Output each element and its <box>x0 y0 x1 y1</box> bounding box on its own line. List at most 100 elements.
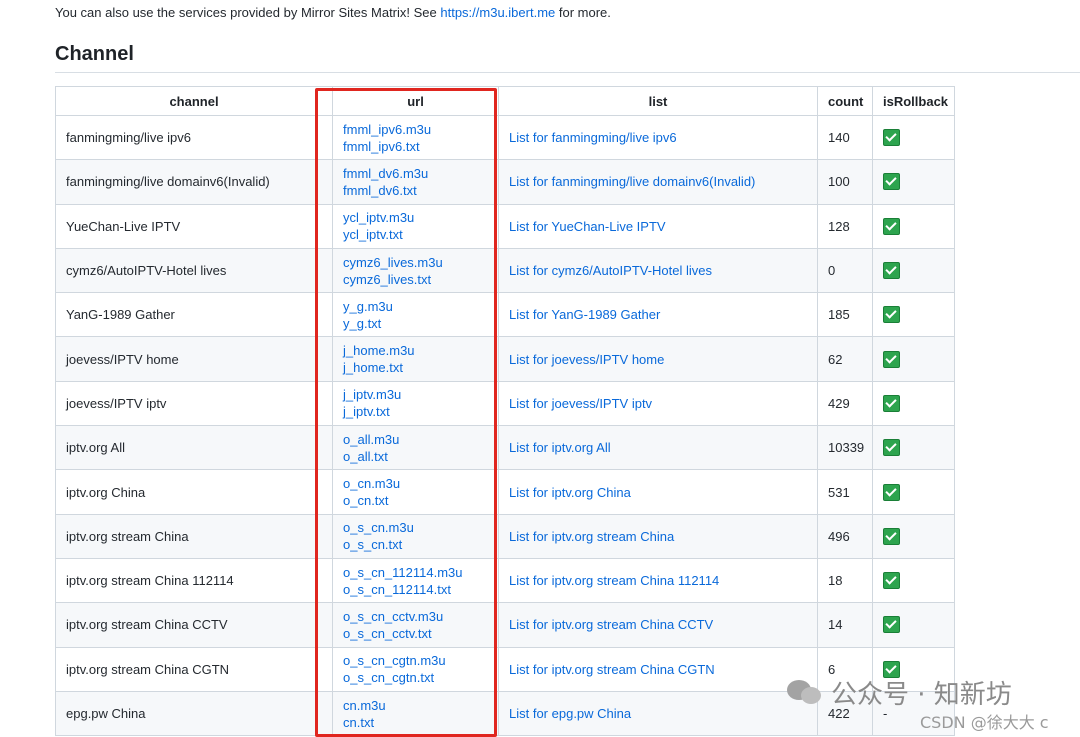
table-header-row: channel url list count isRollback <box>55 86 955 116</box>
check-mark-icon <box>883 306 900 324</box>
txt-link[interactable]: j_home.txt <box>343 359 488 376</box>
list-cell: List for iptv.org stream China CGTN <box>498 646 818 692</box>
list-cell: List for YueChan-Live IPTV <box>498 203 818 249</box>
m3u-link[interactable]: cymz6_lives.m3u <box>343 254 488 271</box>
channel-cell: iptv.org China <box>55 469 333 515</box>
list-link[interactable]: List for iptv.org stream China CCTV <box>509 617 713 632</box>
m3u-link[interactable]: cn.m3u <box>343 697 488 714</box>
channel-cell: iptv.org All <box>55 425 333 471</box>
list-link[interactable]: List for iptv.org All <box>509 440 611 455</box>
m3u-link[interactable]: o_s_cn_cgtn.m3u <box>343 652 488 669</box>
m3u-link[interactable]: y_g.m3u <box>343 298 488 315</box>
list-link[interactable]: List for joevess/IPTV iptv <box>509 396 652 411</box>
m3u-link[interactable]: o_s_cn.m3u <box>343 519 488 536</box>
list-cell: List for YanG-1989 Gather <box>498 292 818 338</box>
url-cell: o_all.m3u o_all.txt <box>332 425 499 471</box>
count-cell: 496 <box>817 513 873 559</box>
list-link[interactable]: List for iptv.org China <box>509 485 631 500</box>
rollback-cell <box>872 159 955 205</box>
heading-divider <box>55 72 1080 73</box>
list-cell: List for iptv.org All <box>498 425 818 471</box>
count-cell: 14 <box>817 602 873 648</box>
channel-cell: iptv.org stream China CGTN <box>55 646 333 692</box>
list-link[interactable]: List for fanmingming/live ipv6 <box>509 130 677 145</box>
wechat-icon <box>787 678 823 706</box>
url-cell: o_cn.m3u o_cn.txt <box>332 469 499 515</box>
url-cell: o_s_cn_cgtn.m3u o_s_cn_cgtn.txt <box>332 646 499 692</box>
txt-link[interactable]: o_s_cn_cgtn.txt <box>343 669 488 686</box>
list-link[interactable]: List for YanG-1989 Gather <box>509 307 660 322</box>
list-cell: List for epg.pw China <box>498 690 818 737</box>
count-cell: 100 <box>817 159 873 205</box>
url-cell: fmml_dv6.m3u fmml_dv6.txt <box>332 159 499 205</box>
table-row: joevess/IPTV iptv j_iptv.m3u j_iptv.txt Lis… <box>55 380 955 427</box>
channel-table: channel url list count isRollback fanmin… <box>55 86 955 737</box>
check-mark-icon <box>883 173 900 191</box>
table-body: fanmingming/live ipv6 fmml_ipv6.m3u fmml_i… <box>55 114 955 737</box>
m3u-link[interactable]: o_all.m3u <box>343 431 488 448</box>
list-link[interactable]: List for YueChan-Live IPTV <box>509 219 666 234</box>
txt-link[interactable]: ycl_iptv.txt <box>343 226 488 243</box>
header-list: list <box>498 86 818 116</box>
txt-link[interactable]: cn.txt <box>343 714 488 731</box>
txt-link[interactable]: cymz6_lives.txt <box>343 271 488 288</box>
check-mark-icon <box>883 572 900 590</box>
list-cell: List for cymz6/AutoIPTV-Hotel lives <box>498 247 818 294</box>
list-link[interactable]: List for cymz6/AutoIPTV-Hotel lives <box>509 263 712 278</box>
list-link[interactable]: List for iptv.org stream China <box>509 529 674 544</box>
count-cell: 18 <box>817 557 873 604</box>
txt-link[interactable]: o_s_cn_cctv.txt <box>343 625 488 642</box>
header-channel: channel <box>55 86 333 116</box>
txt-link[interactable]: fmml_ipv6.txt <box>343 138 488 155</box>
url-cell: o_s_cn_112114.m3u o_s_cn_112114.txt <box>332 557 499 604</box>
count-cell: 531 <box>817 469 873 515</box>
list-link[interactable]: List for epg.pw China <box>509 706 631 721</box>
txt-link[interactable]: o_all.txt <box>343 448 488 465</box>
header-isrollback: isRollback <box>872 86 955 116</box>
list-link[interactable]: List for iptv.org stream China CGTN <box>509 662 715 677</box>
rollback-cell <box>872 292 955 338</box>
rollback-cell <box>872 380 955 427</box>
rollback-cell <box>872 513 955 559</box>
list-link[interactable]: List for joevess/IPTV home <box>509 352 664 367</box>
url-cell: o_s_cn_cctv.m3u o_s_cn_cctv.txt <box>332 602 499 648</box>
mirror-link[interactable]: https://m3u.ibert.me <box>440 5 555 20</box>
table-row: iptv.org stream China 112114 o_s_cn_11211… <box>55 557 955 604</box>
rollback-cell <box>872 336 955 382</box>
txt-link[interactable]: y_g.txt <box>343 315 488 332</box>
txt-link[interactable]: fmml_dv6.txt <box>343 182 488 199</box>
m3u-link[interactable]: j_iptv.m3u <box>343 386 488 403</box>
check-mark-icon <box>883 439 900 457</box>
table-row: YanG-1989 Gather y_g.m3u y_g.txt List for Y… <box>55 292 955 338</box>
list-link[interactable]: List for iptv.org stream China 112114 <box>509 573 719 588</box>
list-cell: List for joevess/IPTV home <box>498 336 818 382</box>
table-row: joevess/IPTV home j_home.m3u j_home.txt Lis… <box>55 336 955 382</box>
intro-text: You can also use the services provided b… <box>55 5 611 20</box>
m3u-link[interactable]: o_cn.m3u <box>343 475 488 492</box>
m3u-link[interactable]: ycl_iptv.m3u <box>343 209 488 226</box>
txt-link[interactable]: o_s_cn_112114.txt <box>343 581 488 598</box>
txt-link[interactable]: o_s_cn.txt <box>343 536 488 553</box>
count-cell: 10339 <box>817 425 873 471</box>
table-row: iptv.org stream China o_s_cn.m3u o_s_cn.tx… <box>55 513 955 559</box>
check-mark-icon <box>883 616 900 634</box>
txt-link[interactable]: o_cn.txt <box>343 492 488 509</box>
list-cell: List for fanmingming/live ipv6 <box>498 114 818 161</box>
channel-cell: iptv.org stream China 112114 <box>55 557 333 604</box>
page-heading: Channel <box>55 43 134 65</box>
rollback-cell <box>872 203 955 249</box>
rollback-cell <box>872 557 955 604</box>
m3u-link[interactable]: o_s_cn_112114.m3u <box>343 564 488 581</box>
url-cell: fmml_ipv6.m3u fmml_ipv6.txt <box>332 114 499 161</box>
check-mark-icon <box>883 527 900 545</box>
m3u-link[interactable]: fmml_dv6.m3u <box>343 165 488 182</box>
table-row: fanmingming/live ipv6 fmml_ipv6.m3u fmml_i… <box>55 114 955 161</box>
m3u-link[interactable]: j_home.m3u <box>343 342 488 359</box>
channel-cell: iptv.org stream China <box>55 513 333 559</box>
list-link[interactable]: List for fanmingming/live domainv6(Inval… <box>509 174 755 189</box>
list-cell: List for iptv.org stream China <box>498 513 818 559</box>
m3u-link[interactable]: fmml_ipv6.m3u <box>343 121 488 138</box>
m3u-link[interactable]: o_s_cn_cctv.m3u <box>343 608 488 625</box>
txt-link[interactable]: j_iptv.txt <box>343 403 488 420</box>
url-cell: o_s_cn.m3u o_s_cn.txt <box>332 513 499 559</box>
